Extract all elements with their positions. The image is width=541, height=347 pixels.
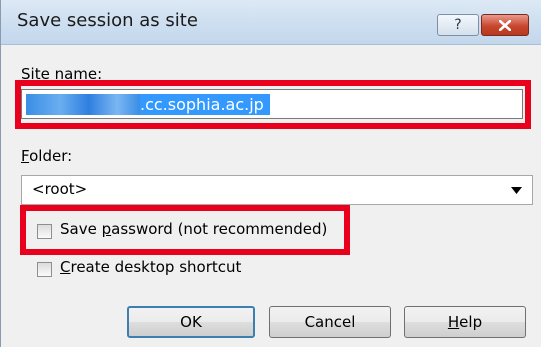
save-password-label[interactable]: Save password (not recommended) [60,220,327,238]
folder-label: Folder: [21,147,72,165]
ok-button[interactable]: OK [127,306,255,338]
desktop-shortcut-label[interactable]: Create desktop shortcut [60,258,241,276]
site-name-label-mnemonic: S [21,65,31,83]
save-password-label-a: Save [60,220,102,238]
save-password-label-b: assword (not recommended) [111,220,328,238]
cancel-button-label: Cancel [304,313,356,331]
save-password-checkbox[interactable] [37,224,52,239]
help-label-rest: elp [459,313,483,331]
chevron-down-icon [511,187,522,194]
site-name-label-rest: ite name: [30,65,103,83]
cancel-button[interactable]: Cancel [269,306,391,338]
help-button[interactable]: Help [404,306,526,338]
folder-select-value: <root> [32,180,88,198]
dialog-title: Save session as site [17,10,198,31]
help-button-label: Help [448,313,482,331]
help-title-button[interactable]: ? [437,14,479,36]
redacted-hostname [26,94,140,115]
ok-button-label: OK [180,313,202,331]
save-session-dialog: Save session as site ? Site name: .cc.so… [0,0,541,347]
site-name-value: .cc.sophia.ac.jp [140,95,264,114]
folder-label-rest: older: [29,147,73,165]
close-icon [499,20,511,31]
save-password-label-mnemonic: p [101,220,112,238]
desktop-shortcut-label-rest: reate desktop shortcut [70,258,242,276]
help-mnemonic: H [447,313,460,331]
close-button[interactable] [481,14,529,36]
question-mark-icon: ? [454,17,462,33]
site-name-label: Site name: [21,65,102,83]
folder-select[interactable]: <root> [21,175,533,205]
site-name-input[interactable]: .cc.sophia.ac.jp [21,89,523,119]
desktop-shortcut-checkbox[interactable] [37,262,52,277]
desktop-shortcut-label-mnemonic: C [60,258,71,276]
folder-label-mnemonic: F [21,147,30,165]
site-name-selection: .cc.sophia.ac.jp [26,94,270,115]
title-bar: Save session as site ? [1,0,541,45]
